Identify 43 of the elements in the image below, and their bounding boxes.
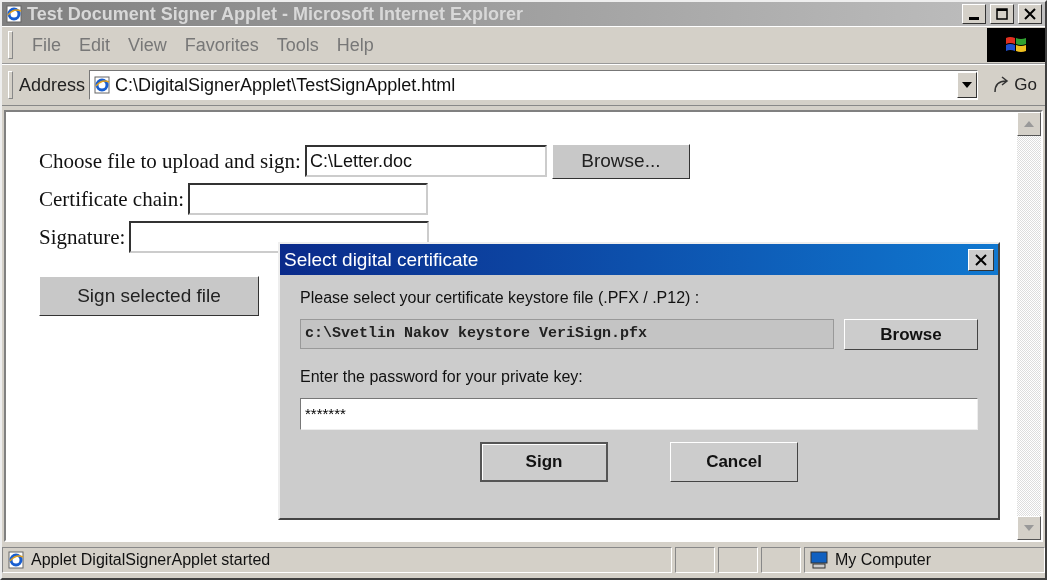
- status-panel: [718, 547, 758, 573]
- address-label: Address: [19, 74, 86, 96]
- maximize-icon: [996, 8, 1008, 20]
- browse-button[interactable]: Browse: [844, 319, 978, 350]
- file-label: Choose file to upload and sign:: [39, 148, 301, 174]
- scroll-down-button[interactable]: [1017, 516, 1041, 540]
- minimize-icon: [969, 16, 979, 20]
- windows-logo-icon: [987, 28, 1045, 62]
- page-icon: [93, 76, 112, 94]
- dialog-button[interactable]: Sign: [480, 442, 608, 482]
- keystore-path-field[interactable]: c:\Svetlin Nakov keystore VeriSign.pfx: [300, 319, 834, 349]
- close-icon: [1024, 8, 1036, 20]
- go-button[interactable]: Go: [982, 75, 1045, 95]
- browser-icon: [7, 551, 25, 569]
- close-button[interactable]: [1018, 4, 1042, 24]
- up-arrow-icon: [1024, 121, 1034, 127]
- password-field[interactable]: *******: [300, 398, 978, 430]
- close-button[interactable]: [968, 248, 994, 271]
- browser-icon: [5, 5, 23, 23]
- chain-label: Certificate chain:: [39, 186, 185, 212]
- status-message: Applet DigitalSignerApplet started: [31, 551, 271, 569]
- scroll-up-button[interactable]: [1017, 112, 1041, 136]
- sign-file-button[interactable]: Sign selected file: [39, 276, 259, 316]
- close-icon: [975, 253, 987, 266]
- keystore-prompt: Please select your certificate keystore file (.PFX / .P12) :: [300, 288, 701, 308]
- chain-field[interactable]: [188, 183, 429, 215]
- signature-label: Signature:: [39, 224, 126, 250]
- window-title: Test Document Signer Applet - Microsoft Internet Explorer: [27, 3, 525, 25]
- address-field[interactable]: C:\DigitalSignerApplet\TestSignApplet.html: [89, 70, 979, 100]
- minimize-button[interactable]: [962, 4, 986, 24]
- browse-button[interactable]: Browse...: [551, 143, 690, 179]
- caret-icon: [962, 82, 973, 88]
- dropdown-button[interactable]: [957, 72, 978, 98]
- zone-label: My Computer: [835, 551, 932, 569]
- status-panel: [675, 547, 715, 573]
- down-arrow-icon: [1024, 525, 1034, 531]
- password-label: Enter the password for your private key:: [300, 367, 584, 387]
- maximize-button[interactable]: [990, 4, 1014, 24]
- status-panel: [761, 547, 801, 573]
- dialog-button[interactable]: Cancel: [670, 442, 798, 482]
- file-field[interactable]: C:\Letter.doc: [304, 145, 547, 177]
- dialog-title: Select digital certificate: [284, 248, 479, 271]
- computer-icon: [809, 551, 829, 569]
